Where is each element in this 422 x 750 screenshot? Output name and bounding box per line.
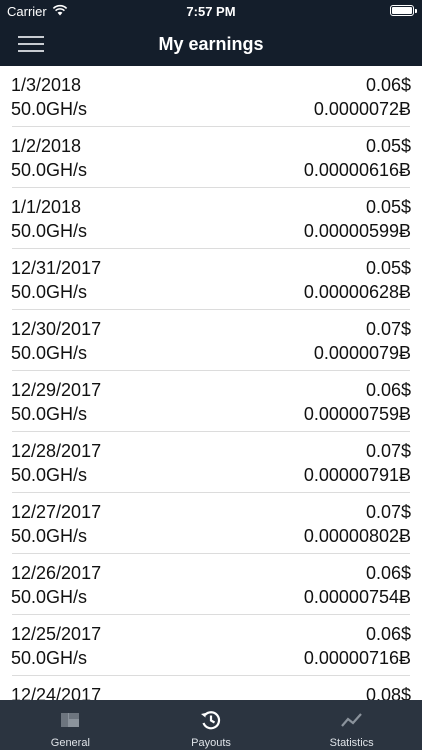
- page-title: My earnings: [158, 34, 264, 54]
- earning-usd: 0.05$: [365, 258, 411, 278]
- earning-row[interactable]: 1/1/2018 50.0GH/s 0.05$ 0.00000599Ƀ: [0, 188, 422, 249]
- earning-usd: 0.06$: [365, 75, 411, 95]
- earning-row[interactable]: 12/25/2017 50.0GH/s 0.06$ 0.00000716Ƀ: [0, 615, 422, 676]
- earning-hashrate: 50.0GH/s: [11, 343, 88, 363]
- earning-btc: 0.00000599Ƀ: [303, 221, 411, 241]
- earning-usd: 0.05$: [365, 197, 411, 217]
- earning-date: 12/25/2017: [11, 624, 102, 644]
- earning-date: 12/26/2017: [11, 563, 102, 583]
- earning-btc: 0.00000759Ƀ: [303, 404, 411, 424]
- earning-hashrate: 50.0GH/s: [11, 221, 88, 241]
- earning-hashrate: 50.0GH/s: [11, 282, 88, 302]
- earning-date: 12/24/2017: [11, 685, 102, 700]
- earning-row[interactable]: 12/29/2017 50.0GH/s 0.06$ 0.00000759Ƀ: [0, 371, 422, 432]
- line-chart-icon: [340, 713, 362, 727]
- tab-bar: General Payouts Statistics: [0, 700, 422, 750]
- earning-date: 1/2/2018: [11, 136, 82, 156]
- earning-usd: 0.07$: [365, 441, 411, 461]
- tab-label: General: [50, 737, 90, 749]
- earning-row[interactable]: 12/26/2017 50.0GH/s 0.06$ 0.00000754Ƀ: [0, 554, 422, 615]
- earning-usd: 0.05$: [365, 136, 411, 156]
- earning-row[interactable]: 12/27/2017 50.0GH/s 0.07$ 0.00000802Ƀ: [0, 493, 422, 554]
- earnings-list[interactable]: 1/3/2018 50.0GH/s 0.06$ 0.0000072Ƀ 1/2/2018 5…: [0, 66, 422, 700]
- earning-btc: 0.00000628Ƀ: [303, 282, 411, 302]
- nav-bar: My earnings: [0, 22, 422, 66]
- earning-hashrate: 50.0GH/s: [11, 526, 88, 546]
- earning-btc: 0.00000802Ƀ: [303, 526, 411, 546]
- earning-row[interactable]: 12/30/2017 50.0GH/s 0.07$ 0.0000079Ƀ: [0, 310, 422, 371]
- earning-usd: 0.08$: [365, 685, 411, 700]
- tab-statistics[interactable]: Statistics: [281, 700, 422, 750]
- earning-date: 1/1/2018: [11, 197, 82, 217]
- earning-btc: 0.00000754Ƀ: [303, 587, 411, 607]
- earning-date: 12/30/2017: [11, 319, 102, 339]
- battery-icon: [390, 5, 417, 16]
- earning-usd: 0.07$: [365, 319, 411, 339]
- tab-label: Payouts: [191, 737, 231, 749]
- earning-hashrate: 50.0GH/s: [11, 160, 88, 180]
- earning-date: 12/27/2017: [11, 502, 102, 522]
- earning-usd: 0.07$: [365, 502, 411, 522]
- earning-date: 12/31/2017: [11, 258, 102, 278]
- earning-row[interactable]: 1/2/2018 50.0GH/s 0.05$ 0.00000616Ƀ: [0, 127, 422, 188]
- earning-btc: 0.0000072Ƀ: [313, 99, 411, 119]
- earning-date: 12/29/2017: [11, 380, 102, 400]
- history-icon: [201, 711, 221, 730]
- earning-hashrate: 50.0GH/s: [11, 648, 88, 668]
- earning-btc: 0.00000791Ƀ: [303, 465, 411, 485]
- earning-usd: 0.06$: [365, 563, 411, 583]
- earning-row[interactable]: 1/3/2018 50.0GH/s 0.06$ 0.0000072Ƀ: [0, 66, 422, 127]
- earning-row[interactable]: 12/24/2017 0.08$: [0, 676, 422, 700]
- earning-btc: 0.00000616Ƀ: [303, 160, 411, 180]
- earning-hashrate: 50.0GH/s: [11, 404, 88, 424]
- clock: 7:57 PM: [186, 4, 236, 19]
- app-header: Carrier 7:57 PM My earnings: [0, 0, 422, 66]
- earning-hashrate: 50.0GH/s: [11, 587, 88, 607]
- earning-date: 12/28/2017: [11, 441, 102, 461]
- dashboard-icon: [61, 713, 80, 727]
- earning-hashrate: 50.0GH/s: [11, 99, 88, 119]
- status-bar: Carrier 7:57 PM: [0, 0, 422, 22]
- earning-usd: 0.06$: [365, 380, 411, 400]
- earning-row[interactable]: 12/28/2017 50.0GH/s 0.07$ 0.00000791Ƀ: [0, 432, 422, 493]
- earning-row[interactable]: 12/31/2017 50.0GH/s 0.05$ 0.00000628Ƀ: [0, 249, 422, 310]
- tab-general[interactable]: General: [0, 700, 141, 750]
- tab-label: Statistics: [329, 737, 374, 749]
- earning-hashrate: 50.0GH/s: [11, 465, 88, 485]
- earning-btc: 0.00000716Ƀ: [303, 648, 411, 668]
- earning-usd: 0.06$: [365, 624, 411, 644]
- tab-payouts[interactable]: Payouts: [141, 700, 282, 750]
- earning-btc: 0.0000079Ƀ: [313, 343, 411, 363]
- earning-date: 1/3/2018: [11, 75, 82, 95]
